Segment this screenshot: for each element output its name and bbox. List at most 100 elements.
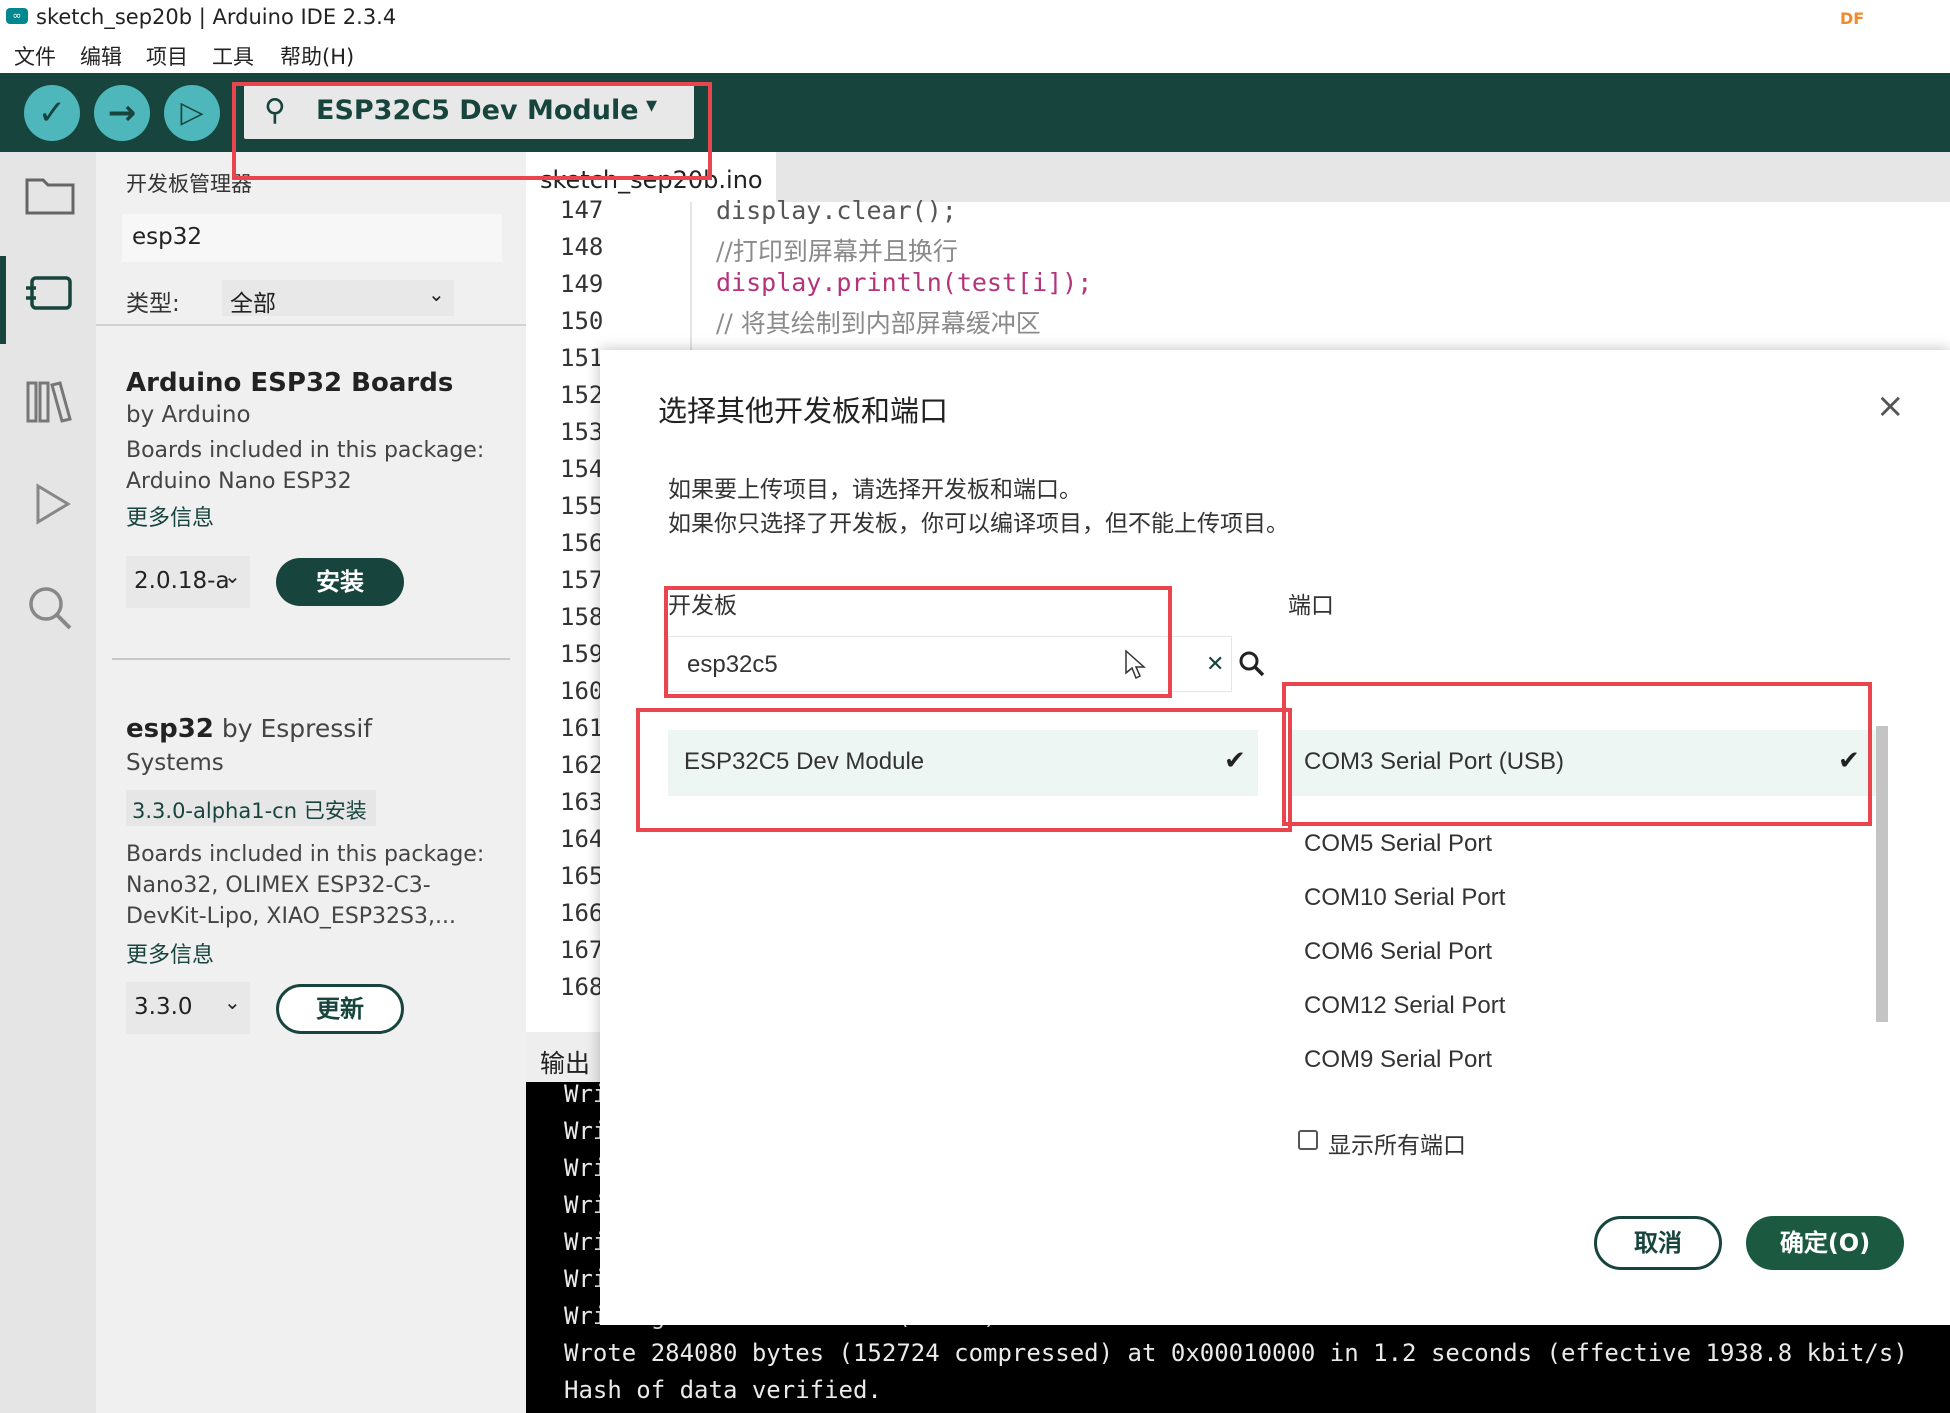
port-list-item[interactable]: COM10 Serial Port (1304, 884, 1505, 912)
line-number: 151 (560, 344, 604, 372)
ok-button[interactable]: 确定(O) (1746, 1216, 1904, 1270)
line-number: 164 (560, 825, 604, 853)
port-list-item[interactable]: COM12 Serial Port (1304, 992, 1505, 1020)
panel-title: 开发板管理器 (126, 172, 252, 196)
line-number: 157 (560, 566, 604, 594)
line-number: 168 (560, 973, 604, 1001)
line-number: 148 (560, 233, 604, 261)
port-list-item[interactable]: COM5 Serial Port (1304, 830, 1492, 858)
debug-panel-icon[interactable] (22, 480, 78, 541)
search-icon[interactable] (1238, 650, 1266, 682)
update-button[interactable]: 更新 (276, 984, 404, 1034)
library-manager-icon[interactable] (22, 377, 78, 438)
package-author-line2: Systems (126, 750, 224, 776)
port-list-scrollbar[interactable] (1876, 726, 1888, 1022)
sketchbook-folder-icon[interactable] (22, 172, 78, 227)
line-number: 159 (560, 640, 604, 668)
dialog-description: 如果要上传项目，请选择开发板和端口。 (668, 477, 1082, 503)
package-boards: Nano32, OLIMEX ESP32-C3- (126, 873, 431, 898)
package-author: by Arduino (126, 402, 251, 428)
boards-search-value: esp32 (132, 224, 202, 250)
code-line: display.clear(); (716, 196, 957, 225)
line-number: 161 (560, 714, 604, 742)
version-value: 2.0.18-a (134, 568, 230, 594)
chevron-down-icon: ⌄ (428, 282, 445, 306)
mouse-cursor-icon (1125, 649, 1146, 680)
port-list[interactable]: COM3 Serial Port (USB) ✔ COM5 Serial Por… (1288, 724, 1898, 1294)
package-name: esp32 (126, 714, 214, 744)
menu-edit[interactable]: 编辑 (80, 41, 122, 71)
package-desc-title: Boards included in this package: (126, 842, 485, 867)
dialog-title: 选择其他开发板和端口 (658, 394, 949, 428)
arrow-right-icon: → (107, 93, 137, 133)
menu-file[interactable]: 文件 (14, 41, 56, 71)
search-icon[interactable] (22, 582, 78, 643)
output-title: 输出 (540, 1049, 591, 1078)
line-number: 166 (560, 899, 604, 927)
line-number: 158 (560, 603, 604, 631)
menu-bar: 文件 编辑 项目 工具 帮助(H) (0, 37, 1950, 73)
boards-search-input[interactable]: esp32 (122, 214, 502, 262)
package-boards-line2: DevKit-Lipo, XIAO_ESP32S3,... (126, 904, 456, 929)
chevron-down-icon: ▾ (646, 93, 658, 118)
port-label: 端口 (1288, 593, 1334, 619)
install-button[interactable]: 安装 (276, 558, 404, 606)
port-list-item-label: COM3 Serial Port (USB) (1304, 748, 1565, 775)
tab-label: sketch_sep20b.ino (540, 166, 763, 194)
port-list-item-selected[interactable]: COM3 Serial Port (USB) ✔ (1288, 730, 1888, 796)
package-name: Arduino ESP32 Boards (126, 368, 454, 398)
type-dropdown-value: 全部 (230, 291, 276, 317)
active-indicator (0, 256, 6, 344)
more-info-link[interactable]: 更多信息 (126, 500, 214, 532)
menu-tools[interactable]: 工具 (212, 41, 254, 71)
line-number: 153 (560, 418, 604, 446)
board-selector[interactable]: ⚲ ESP32C5 Dev Module ▾ (244, 85, 694, 139)
chevron-down-icon: ⌄ (224, 564, 241, 588)
output-line: Hash of data verified. (564, 1376, 882, 1404)
version-select[interactable]: 2.0.18-a ⌄ (126, 556, 250, 608)
divider (96, 324, 526, 326)
line-number: 167 (560, 936, 604, 964)
verify-button[interactable]: ✓ (24, 85, 80, 141)
output-line: Wrote 284080 bytes (152724 compressed) a… (564, 1339, 1908, 1367)
clear-search-icon[interactable]: ✕ (1206, 652, 1224, 677)
type-dropdown[interactable]: 全部 ⌄ (222, 280, 454, 317)
code-line: //打印到屏幕并且换行 (716, 237, 958, 266)
show-all-ports-checkbox[interactable] (1298, 1130, 1318, 1150)
board-search-value: esp32c5 (687, 651, 778, 678)
editor-tab-row: sketch_sep20b.ino (526, 152, 1950, 202)
menu-help[interactable]: 帮助(H) (280, 41, 354, 71)
version-select[interactable]: 3.3.0 ⌄ (126, 982, 250, 1034)
close-icon[interactable]: × (1876, 386, 1905, 426)
code-line: // 将其绘制到内部屏幕缓冲区 (716, 309, 1041, 338)
boards-manager-panel: 开发板管理器 esp32 类型: 全部 ⌄ Arduino ESP32 Boar… (96, 152, 526, 1413)
tab-sketch[interactable]: sketch_sep20b.ino (526, 152, 776, 202)
show-all-ports-label: 显示所有端口 (1328, 1133, 1466, 1159)
board-selector-label: ESP32C5 Dev Module (316, 95, 639, 126)
dialog-description-line2: 如果你只选择了开发板，你可以编译项目，但不能上传项目。 (668, 511, 1289, 537)
board-list-item-label: ESP32C5 Dev Module (684, 748, 925, 775)
line-number: 160 (560, 677, 604, 705)
debug-button[interactable]: ▷ (164, 85, 220, 141)
check-icon: ✓ (37, 93, 67, 133)
window-title: sketch_sep20b | Arduino IDE 2.3.4 (36, 5, 397, 29)
line-number: 147 (560, 196, 604, 224)
board-label: 开发板 (668, 593, 737, 619)
upload-button[interactable]: → (94, 85, 150, 141)
board-list-item[interactable]: ESP32C5 Dev Module ✔ (668, 730, 1258, 796)
cancel-button[interactable]: 取消 (1594, 1216, 1722, 1270)
board-search-input[interactable]: esp32c5 (668, 636, 1232, 692)
line-number: 155 (560, 492, 604, 520)
boards-manager-icon[interactable] (22, 272, 78, 327)
line-number: 149 (560, 270, 604, 298)
port-list-item[interactable]: COM6 Serial Port (1304, 938, 1492, 966)
more-info-link[interactable]: 更多信息 (126, 937, 214, 969)
activity-bar (0, 152, 96, 1413)
debug-icon: ▷ (180, 95, 204, 130)
line-number: 154 (560, 455, 604, 483)
installed-badge: 3.3.0-alpha1-cn 已安装 (126, 790, 376, 826)
installed-badge-text: 3.3.0-alpha1-cn 已安装 (132, 799, 367, 823)
line-number: 165 (560, 862, 604, 890)
menu-project[interactable]: 项目 (146, 41, 188, 71)
check-icon: ✔ (1838, 746, 1860, 776)
